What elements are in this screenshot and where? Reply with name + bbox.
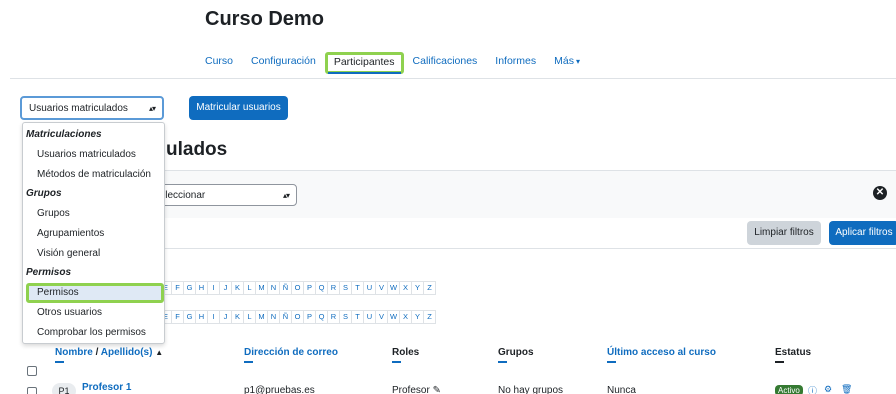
filter-divider: [164, 248, 896, 249]
trash-icon[interactable]: 🗑: [841, 384, 852, 394]
nav-tab-participants-label: Participantes: [333, 56, 395, 68]
course-title: Curso Demo: [205, 8, 324, 30]
gear-icon[interactable]: ⚙: [824, 384, 832, 394]
first-name-initials-bar: EFGHIJKLMNÑOPQRSTUVWXYZ: [159, 281, 436, 295]
dropdown-item-other-users[interactable]: Otros usuarios: [37, 307, 102, 318]
header-separator: /: [92, 347, 101, 358]
last-access-collapse-icon[interactable]: [607, 361, 616, 363]
nav-divider: [10, 78, 896, 79]
user-role-label: Profesor: [392, 385, 430, 394]
sort-by-name-link[interactable]: Nombre: [55, 347, 93, 358]
status-column-header: Estatus: [775, 347, 812, 358]
avatar: P1: [52, 383, 76, 394]
dropdown-item-check-permissions[interactable]: Comprobar los permisos: [37, 327, 146, 338]
participants-page-select[interactable]: Usuarios matriculados ▴▾: [20, 96, 164, 120]
roles-column-header: Roles: [392, 347, 420, 358]
last-name-letter-z[interactable]: Z: [423, 310, 436, 324]
status-collapse-icon[interactable]: [775, 361, 784, 363]
groups-column-header: Grupos: [498, 347, 534, 358]
dropdown-item-overview[interactable]: Visión general: [37, 248, 100, 259]
name-column-header: Nombre / Apellido(s) ▲: [55, 347, 163, 358]
row-select-checkbox[interactable]: [27, 387, 37, 394]
last-name-initials-bar: EFGHIJKLMNÑOPQRSTUVWXYZ: [159, 310, 436, 324]
sort-by-last-access-link[interactable]: Último acceso al curso: [607, 347, 716, 358]
apply-filters-button[interactable]: Aplicar filtros: [829, 221, 896, 245]
select-updown-icon: ▴▾: [282, 190, 290, 200]
groups-collapse-icon[interactable]: [498, 361, 507, 363]
participants-page-dropdown: Matriculaciones Usuarios matriculados Mé…: [22, 122, 165, 344]
dropdown-group-permissions: Permisos: [26, 267, 72, 278]
close-icon[interactable]: ✕: [873, 186, 887, 200]
user-last-access: Nunca: [607, 385, 636, 394]
nav-tab-participants[interactable]: Participantes: [324, 52, 404, 74]
chevron-down-icon: ▾: [576, 57, 581, 66]
select-all-checkbox[interactable]: [27, 366, 37, 376]
nav-tab-course[interactable]: Curso: [196, 52, 242, 74]
sort-by-surname-link[interactable]: Apellido(s): [101, 347, 153, 358]
dropdown-group-enrolments: Matriculaciones: [26, 129, 102, 140]
enrol-users-button[interactable]: Matricular usuarios: [189, 96, 288, 120]
name-collapse-icon[interactable]: [55, 361, 64, 363]
course-nav: Curso Configuración Participantes Califi…: [196, 52, 589, 74]
status-badge: Activo: [775, 385, 803, 394]
first-name-letter-z[interactable]: Z: [423, 281, 436, 295]
user-email: p1@pruebas.es: [244, 385, 315, 394]
page-heading: ulados: [166, 139, 228, 160]
user-role: Profesor ✎: [392, 385, 441, 394]
dropdown-item-enrolment-methods[interactable]: Métodos de matriculación: [37, 169, 151, 180]
sort-by-email-link[interactable]: Dirección de correo: [244, 347, 338, 358]
select-updown-icon: ▴▾: [148, 103, 156, 113]
pencil-icon[interactable]: ✎: [433, 385, 441, 394]
dropdown-item-permissions[interactable]: Permisos: [26, 283, 164, 303]
roles-collapse-icon[interactable]: [392, 361, 401, 363]
sort-asc-icon: ▲: [155, 348, 164, 357]
dropdown-group-groups: Grupos: [26, 188, 62, 199]
dropdown-item-enrolled-users[interactable]: Usuarios matriculados: [37, 149, 136, 160]
user-name-link[interactable]: Profesor 1: [82, 382, 131, 393]
filter-type-select[interactable]: Seleccionar ▴▾: [145, 184, 297, 206]
dropdown-item-groups[interactable]: Grupos: [37, 208, 70, 219]
nav-tab-reports[interactable]: Informes: [486, 52, 545, 74]
nav-tab-grades[interactable]: Calificaciones: [404, 52, 487, 74]
nav-tab-settings[interactable]: Configuración: [242, 52, 325, 74]
user-groups: No hay grupos: [498, 385, 564, 394]
participants-page-select-value: Usuarios matriculados: [29, 102, 128, 114]
dropdown-item-groupings[interactable]: Agrupamientos: [37, 228, 104, 239]
nav-tab-more[interactable]: Más ▾: [545, 52, 589, 74]
info-icon[interactable]: ⓘ: [808, 384, 817, 394]
nav-tab-more-label: Más: [554, 55, 574, 67]
email-collapse-icon[interactable]: [244, 361, 253, 363]
clear-filters-button[interactable]: Limpiar filtros: [747, 221, 821, 245]
